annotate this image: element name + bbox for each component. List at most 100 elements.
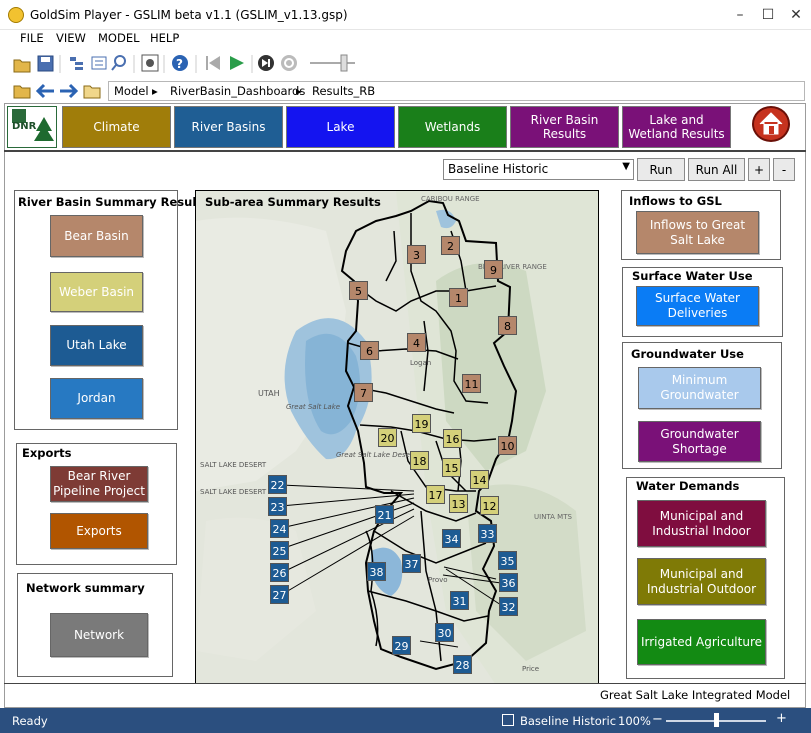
weber-basin-button[interactable]: Weber Basin [50, 272, 143, 312]
status-scenario[interactable]: Baseline Historic [520, 714, 616, 728]
irrigated-agriculture-button[interactable]: Irrigated Agriculture [637, 619, 766, 665]
run-button[interactable]: Run [637, 158, 685, 181]
find-icon[interactable] [111, 55, 126, 71]
tab-wetlands[interactable]: Wetlands [398, 106, 507, 148]
reset-icon[interactable] [281, 55, 297, 71]
subarea-label-8[interactable]: 8 [498, 316, 517, 335]
subarea-label-6[interactable]: 6 [360, 341, 379, 360]
subarea-label-3[interactable]: 3 [407, 245, 426, 264]
subarea-label-19[interactable]: 19 [412, 414, 431, 433]
menu-view[interactable]: VIEW [56, 31, 86, 45]
subarea-label-25[interactable]: 25 [270, 541, 289, 560]
subarea-label-7[interactable]: 7 [354, 383, 373, 402]
subarea-label-4[interactable]: 4 [407, 333, 426, 352]
mi-outdoor-button[interactable]: Municipal and Industrial Outdoor [637, 558, 766, 605]
step-icon[interactable] [258, 55, 274, 71]
subarea-label-37[interactable]: 37 [402, 554, 421, 573]
save-icon[interactable] [37, 55, 54, 72]
place-label: Price [522, 665, 540, 673]
subarea-label-22[interactable]: 22 [268, 475, 287, 494]
subarea-label-14[interactable]: 14 [470, 470, 489, 489]
title-bar: GoldSim Player - GSLIM beta v1.1 (GSLIM_… [0, 0, 811, 30]
bear-basin-button[interactable]: Bear Basin [50, 215, 143, 257]
add-scenario-button[interactable]: + [748, 158, 770, 181]
forward-icon[interactable] [60, 83, 79, 99]
subarea-label-29[interactable]: 29 [392, 636, 411, 655]
subarea-label-20[interactable]: 20 [378, 428, 397, 447]
menu-file[interactable]: FILE [20, 31, 44, 45]
scenario-select[interactable]: Baseline Historic ▼ [443, 159, 634, 180]
tree-icon[interactable] [70, 57, 83, 70]
subarea-label-33[interactable]: 33 [478, 524, 497, 543]
rewind-icon[interactable] [206, 56, 220, 70]
run-all-button[interactable]: Run All [688, 158, 745, 181]
breadcrumb-results[interactable]: Results_RB [312, 84, 375, 98]
subarea-label-5[interactable]: 5 [349, 281, 368, 300]
inflows-gsl-button[interactable]: Inflows to Great Salt Lake [636, 211, 759, 254]
place-label: Great Salt Lake Desert [336, 451, 416, 459]
menu-help[interactable]: HELP [150, 31, 179, 45]
network-button[interactable]: Network [50, 613, 148, 657]
subarea-label-18[interactable]: 18 [410, 451, 429, 470]
subarea-label-16[interactable]: 16 [443, 429, 462, 448]
up-folder-icon[interactable] [13, 85, 31, 99]
menu-model[interactable]: MODEL [98, 31, 140, 45]
tab-lake-wetland-results[interactable]: Lake and Wetland Results [622, 106, 731, 148]
close-icon[interactable]: ✕ [786, 6, 806, 24]
tab-lake[interactable]: Lake [286, 106, 395, 148]
home-button[interactable] [752, 106, 790, 142]
subarea-label-24[interactable]: 24 [270, 519, 289, 538]
status-ready: Ready [12, 714, 48, 728]
subarea-label-1[interactable]: 1 [449, 288, 468, 307]
subarea-label-36[interactable]: 36 [499, 573, 518, 592]
minimum-groundwater-button[interactable]: Minimum Groundwater [638, 367, 761, 409]
tab-river-basin-results[interactable]: River Basin Results [510, 106, 619, 148]
breadcrumb-model[interactable]: Model [114, 84, 149, 98]
groundwater-shortage-button[interactable]: Groundwater Shortage [638, 421, 761, 462]
exports-button[interactable]: Exports [50, 513, 148, 549]
subarea-label-31[interactable]: 31 [450, 591, 469, 610]
subarea-label-12[interactable]: 12 [480, 496, 499, 515]
remove-scenario-button[interactable]: - [773, 158, 795, 181]
maximize-icon[interactable]: ☐ [758, 6, 778, 24]
subarea-label-17[interactable]: 17 [426, 485, 445, 504]
settings-icon[interactable] [141, 54, 159, 72]
subarea-label-10[interactable]: 10 [498, 436, 517, 455]
subarea-label-11[interactable]: 11 [462, 374, 481, 393]
open-icon[interactable] [13, 59, 31, 73]
subarea-label-38[interactable]: 38 [367, 562, 386, 581]
tab-climate[interactable]: Climate [62, 106, 171, 148]
home-icon [759, 112, 783, 135]
zoom-in-button[interactable]: + [776, 711, 787, 726]
utah-lake-button[interactable]: Utah Lake [50, 325, 143, 366]
subarea-label-23[interactable]: 23 [268, 497, 287, 516]
minimize-icon[interactable]: – [730, 6, 750, 24]
subarea-label-35[interactable]: 35 [498, 551, 517, 570]
subarea-label-9[interactable]: 9 [484, 260, 503, 279]
mi-indoor-button[interactable]: Municipal and Industrial Indoor [637, 500, 766, 547]
play-icon[interactable] [230, 56, 244, 70]
jordan-button[interactable]: Jordan [50, 378, 143, 419]
speed-slider[interactable] [310, 54, 355, 72]
subarea-label-32[interactable]: 32 [499, 597, 518, 616]
subarea-label-26[interactable]: 26 [270, 563, 289, 582]
subarea-label-2[interactable]: 2 [441, 236, 460, 255]
subarea-label-30[interactable]: 30 [435, 623, 454, 642]
notes-icon[interactable] [91, 56, 107, 70]
bear-river-pipeline-button[interactable]: Bear River Pipeline Project [50, 466, 148, 502]
subarea-label-15[interactable]: 15 [442, 458, 461, 477]
subarea-label-21[interactable]: 21 [375, 505, 394, 524]
tab-river-basins[interactable]: River Basins [174, 106, 283, 148]
subarea-label-27[interactable]: 27 [270, 585, 289, 604]
dnr-logo: DNR [7, 106, 57, 148]
back-icon[interactable] [35, 83, 54, 99]
folder-icon[interactable] [83, 85, 101, 99]
zoom-out-button[interactable]: − [652, 712, 663, 727]
breadcrumb-riverbasin[interactable]: RiverBasin_Dashboards [170, 84, 305, 98]
help-icon[interactable]: ? [172, 55, 188, 71]
subarea-label-13[interactable]: 13 [449, 494, 468, 513]
subarea-label-28[interactable]: 28 [453, 655, 472, 674]
subarea-label-34[interactable]: 34 [442, 529, 461, 548]
zoom-slider-thumb[interactable] [714, 713, 719, 727]
surface-water-deliveries-button[interactable]: Surface Water Deliveries [636, 286, 759, 326]
